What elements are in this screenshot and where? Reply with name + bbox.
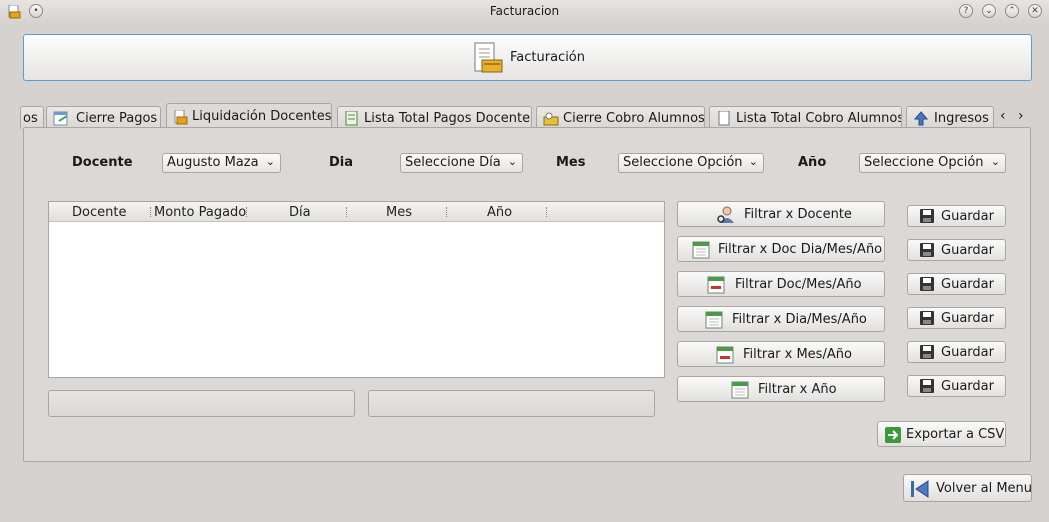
column-header-docente[interactable]: Docente bbox=[72, 205, 126, 220]
button-label: Guardar bbox=[941, 277, 994, 292]
column-header-anio[interactable]: Año bbox=[487, 205, 512, 220]
filtrar-doc-mes-anio-button[interactable]: Filtrar Doc/Mes/Año bbox=[677, 271, 885, 297]
tab-cierre-cobro-alumnos[interactable]: Cierre Cobro Alumnos bbox=[536, 106, 705, 129]
floppy-disk-icon bbox=[920, 243, 934, 261]
floppy-disk-icon bbox=[920, 379, 934, 397]
floppy-disk-icon bbox=[920, 209, 934, 227]
dia-label: Dia bbox=[329, 155, 354, 170]
tab-liquidacion-docentes[interactable]: Liquidación Docentes bbox=[166, 103, 332, 129]
dia-select[interactable]: Seleccione Día ⌄ bbox=[400, 153, 523, 173]
column-header-mes[interactable]: Mes bbox=[386, 205, 412, 220]
tab-label: os bbox=[23, 111, 38, 126]
exportar-csv-button[interactable]: Exportar a CSV bbox=[877, 421, 1006, 447]
column-header-dia[interactable]: Día bbox=[289, 205, 311, 220]
button-label: Guardar bbox=[941, 345, 994, 360]
docente-select-value: Augusto Maza bbox=[167, 155, 259, 170]
tab-lista-total-cobro-alumnos[interactable]: Lista Total Cobro Alumnos bbox=[709, 106, 902, 129]
filtrar-docente-button[interactable]: Filtrar x Docente bbox=[677, 201, 885, 227]
button-label: Filtrar Doc/Mes/Año bbox=[735, 277, 862, 292]
liquidacion-table[interactable]: Docente Monto Pagado Día Mes Año bbox=[48, 201, 665, 378]
window-title: Facturacion bbox=[489, 4, 560, 18]
anio-label: Año bbox=[798, 155, 827, 170]
mes-select-value: Seleccione Opción bbox=[623, 155, 743, 170]
calendar-icon bbox=[705, 310, 723, 333]
filtrar-mes-anio-button[interactable]: Filtrar x Mes/Año bbox=[677, 341, 885, 367]
button-label: Guardar bbox=[941, 243, 994, 258]
button-label: Guardar bbox=[941, 311, 994, 326]
header-label: Facturación bbox=[510, 50, 585, 65]
floppy-disk-icon bbox=[920, 311, 934, 329]
minimize-button[interactable]: ⌄ bbox=[982, 4, 996, 18]
anio-select[interactable]: Seleccione Opción ⌄ bbox=[859, 153, 1006, 173]
mes-select[interactable]: Seleccione Opción ⌄ bbox=[618, 153, 764, 173]
button-label: Filtrar x Año bbox=[758, 382, 837, 397]
filtrar-anio-button[interactable]: Filtrar x Año bbox=[677, 376, 885, 402]
tab-label: Liquidación Docentes bbox=[192, 109, 332, 124]
maximize-button[interactable]: ⌃ bbox=[1005, 4, 1019, 18]
column-separator bbox=[446, 207, 448, 217]
tab-label: Ingresos bbox=[934, 111, 989, 126]
filtrar-doc-dia-mes-anio-button[interactable]: Filtrar x Doc Dia/Mes/Año bbox=[677, 236, 885, 262]
button-label: Filtrar x Docente bbox=[744, 207, 852, 222]
column-separator bbox=[246, 207, 248, 217]
export-icon bbox=[885, 427, 901, 447]
tab-label: Lista Total Cobro Alumnos bbox=[736, 111, 902, 126]
guardar-button[interactable]: Guardar bbox=[907, 341, 1006, 363]
filtrar-dia-mes-anio-button[interactable]: Filtrar x Dia/Mes/Año bbox=[677, 306, 885, 332]
tab-label: Cierre Pagos bbox=[76, 111, 158, 126]
tab-scroll-left-icon[interactable]: ‹ bbox=[1000, 108, 1006, 124]
volver-menu-button[interactable]: Volver al Menu bbox=[903, 474, 1032, 502]
skip-back-icon bbox=[910, 479, 930, 503]
dia-select-value: Seleccione Día bbox=[405, 155, 501, 170]
calendar-icon bbox=[716, 345, 734, 368]
help-button[interactable]: ? bbox=[959, 4, 973, 18]
guardar-button[interactable]: Guardar bbox=[907, 273, 1006, 295]
button-label: Filtrar x Dia/Mes/Año bbox=[732, 312, 867, 327]
button-label: Guardar bbox=[941, 209, 994, 224]
button-label: Exportar a CSV bbox=[906, 427, 1005, 442]
anio-select-value: Seleccione Opción bbox=[864, 155, 984, 170]
calendar-icon bbox=[692, 240, 710, 263]
tab-label: Lista Total Pagos Docente bbox=[364, 111, 531, 126]
invoice-icon bbox=[472, 42, 504, 74]
calendar-icon bbox=[707, 275, 725, 298]
total-field-right[interactable] bbox=[368, 390, 655, 417]
mes-label: Mes bbox=[556, 155, 586, 170]
total-field-left[interactable] bbox=[48, 390, 355, 417]
column-header-monto-pagado[interactable]: Monto Pagado bbox=[154, 205, 246, 220]
close-button[interactable]: ✕ bbox=[1028, 4, 1042, 18]
tab-label: Cierre Cobro Alumnos bbox=[563, 111, 705, 126]
calendar-icon bbox=[731, 380, 749, 403]
column-separator bbox=[346, 207, 348, 217]
button-label: Filtrar x Doc Dia/Mes/Año bbox=[718, 242, 883, 257]
tab-ingresos[interactable]: Ingresos bbox=[906, 106, 994, 129]
button-label: Volver al Menu bbox=[936, 481, 1033, 496]
tab-lista-total-pagos-docente[interactable]: Lista Total Pagos Docente bbox=[337, 106, 532, 129]
floppy-disk-icon bbox=[920, 277, 934, 295]
docente-select[interactable]: Augusto Maza ⌄ bbox=[162, 153, 281, 173]
guardar-button[interactable]: Guardar bbox=[907, 205, 1006, 227]
button-label: Guardar bbox=[941, 379, 994, 394]
chevron-down-icon: ⌄ bbox=[265, 155, 275, 168]
chevron-down-icon: ⌄ bbox=[748, 155, 758, 168]
table-header: Docente Monto Pagado Día Mes Año bbox=[49, 202, 664, 222]
guardar-button[interactable]: Guardar bbox=[907, 375, 1006, 397]
tab-partial[interactable]: os bbox=[20, 106, 44, 129]
chevron-down-icon: ⌄ bbox=[507, 155, 517, 168]
floppy-disk-icon bbox=[920, 345, 934, 363]
docente-label: Docente bbox=[72, 155, 133, 170]
guardar-button[interactable]: Guardar bbox=[907, 239, 1006, 261]
column-separator bbox=[546, 207, 548, 217]
user-search-icon bbox=[717, 206, 735, 228]
guardar-button[interactable]: Guardar bbox=[907, 307, 1006, 329]
column-separator bbox=[150, 207, 152, 217]
tab-cierre-pagos[interactable]: Cierre Pagos bbox=[46, 106, 161, 129]
chevron-down-icon: ⌄ bbox=[990, 155, 1000, 168]
button-label: Filtrar x Mes/Año bbox=[743, 347, 852, 362]
tab-scroll-right-icon[interactable]: › bbox=[1018, 108, 1024, 124]
